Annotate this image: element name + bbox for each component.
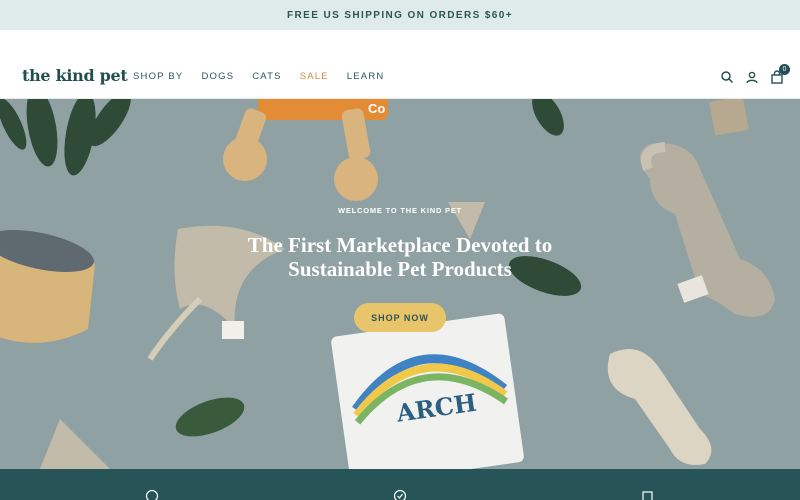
- features-bar: [0, 469, 800, 500]
- hero-banner: Co ARCH WELCOME TO THE KIND PET The Firs…: [0, 99, 800, 469]
- nav-item-learn[interactable]: LEARN: [347, 71, 385, 82]
- box-icon: [641, 489, 655, 500]
- logo[interactable]: the kind pet: [22, 66, 128, 85]
- shop-now-button[interactable]: SHOP NOW: [354, 303, 446, 332]
- announcement-bar: FREE US SHIPPING ON ORDERS $60+: [0, 0, 800, 30]
- announcement-text: FREE US SHIPPING ON ORDERS $60+: [287, 9, 513, 21]
- cart-count-badge: 0: [779, 64, 790, 75]
- hero-eyebrow: WELCOME TO THE KIND PET: [337, 206, 463, 215]
- search-icon[interactable]: [720, 70, 734, 84]
- nav-item-dogs[interactable]: DOGS: [201, 71, 234, 82]
- account-icon[interactable]: [745, 70, 759, 84]
- cart-icon[interactable]: 0: [770, 64, 790, 84]
- hero-headline: The First Marketplace Devoted to Sustain…: [247, 233, 553, 281]
- paw-icon: [145, 489, 159, 500]
- main-nav: SHOP BY DOGS CATS SALE LEARN: [133, 71, 402, 82]
- site-header: the kind pet SHOP BY DOGS CATS SALE LEAR…: [0, 30, 800, 99]
- nav-item-sale[interactable]: SALE: [300, 71, 329, 82]
- hero-content: WELCOME TO THE KIND PET The First Market…: [0, 99, 800, 469]
- header-icons: 0: [720, 64, 790, 84]
- nav-item-shop-by[interactable]: SHOP BY: [133, 71, 183, 82]
- nav-item-cats[interactable]: CATS: [252, 71, 281, 82]
- check-badge-icon: [393, 489, 407, 500]
